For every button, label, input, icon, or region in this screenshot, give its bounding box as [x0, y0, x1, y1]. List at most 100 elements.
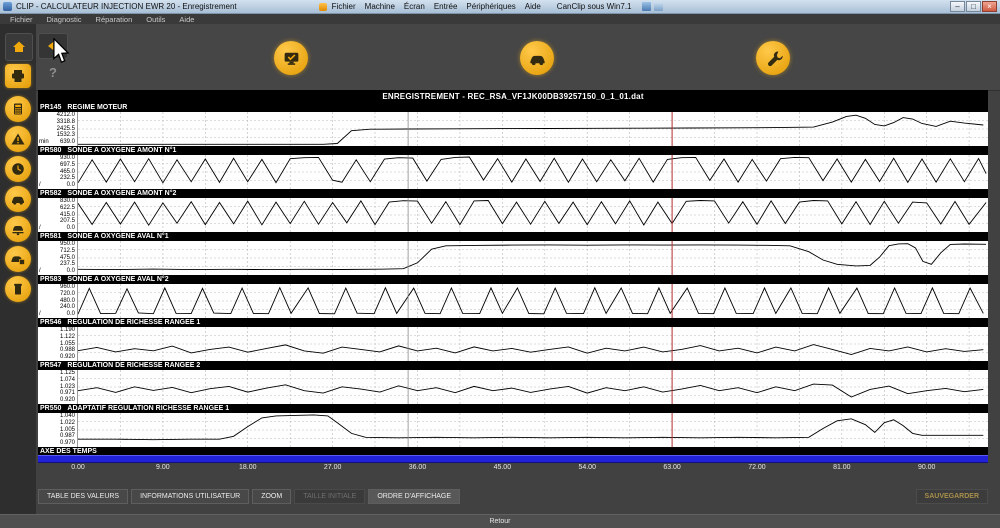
wrench-button[interactable] [756, 41, 790, 75]
chart-body: 4212.03318.82425.51532.3639.0min [38, 112, 988, 146]
zoom-button[interactable]: ZOOM [252, 489, 291, 504]
chart-plot[interactable] [78, 241, 988, 275]
chart-title-bar: PR582SONDE A OXYGENE AMONT N°2 [38, 189, 988, 198]
back-arrow-icon [45, 38, 61, 54]
status-text: Retour [489, 518, 510, 525]
back-button[interactable] [38, 33, 68, 59]
chart-plot[interactable] [78, 327, 988, 361]
initial-size-button[interactable]: TAILLE INITIALE [294, 489, 365, 504]
screen-check-button[interactable] [274, 41, 308, 75]
y-tick-label: 3318.8 [38, 119, 75, 126]
y-tick-label: 237.5 [38, 261, 75, 268]
clock-button[interactable] [5, 156, 31, 182]
warning-icon [10, 131, 26, 147]
y-axis-labels: 960.0720.0480.0240.00.0/ [38, 284, 78, 318]
save-button[interactable]: SAUVEGARDER [916, 489, 988, 504]
y-axis-labels: 830.0622.5415.0207.50.0/ [38, 198, 78, 232]
y-tick-label: 930.0 [38, 155, 75, 162]
chart-title-bar: PR547REGULATION DE RICHESSE RANGEE 2 [38, 361, 988, 370]
warning-button[interactable] [5, 126, 31, 152]
chart-body: 950.0712.5475.0237.50.0/ [38, 241, 988, 275]
print-button[interactable] [5, 64, 31, 88]
app-menu-item[interactable]: Outils [140, 15, 171, 24]
y-tick-label: 720.0 [38, 291, 75, 298]
minimize-button[interactable]: – [950, 1, 965, 12]
y-tick-label: 960.0 [38, 284, 75, 291]
status-bar: Retour [0, 514, 1000, 528]
screen-check-icon [282, 49, 301, 68]
chart-strip-pr583: PR583SONDE A OXYGENE AVAL N°2960.0720.04… [38, 275, 988, 318]
values-table-button[interactable]: TABLE DES VALEURS [38, 489, 128, 504]
time-scrollbar[interactable] [38, 455, 988, 463]
display-order-button[interactable]: ORDRE D'AFFICHAGE [368, 489, 460, 504]
y-tick-label: 622.5 [38, 205, 75, 212]
app-icon [3, 2, 12, 11]
y-unit-label: / [39, 225, 41, 232]
time-tick-label: 36.00 [409, 464, 427, 471]
y-tick-label: 207.5 [38, 218, 75, 225]
chart-code: PR582 [40, 190, 61, 197]
footer-buttons: TABLE DES VALEURSINFORMATIONS UTILISATEU… [38, 489, 460, 504]
time-tick-label: 54.00 [578, 464, 596, 471]
sidebar-tools [5, 96, 31, 302]
home-button[interactable] [5, 33, 33, 61]
chart-name: SONDE A OXYGENE AVAL N°1 [67, 233, 168, 240]
clock-icon [10, 161, 26, 177]
chart-title-bar: PR546REGULATION DE RICHESSE RANGEE 1 [38, 318, 988, 327]
vm-menubar: Fichier Machine Écran Entrée Périphériques Ai… [332, 2, 541, 11]
chart-plot[interactable] [78, 112, 988, 146]
chart-plot[interactable] [78, 155, 988, 189]
y-tick-label: 0.0 [38, 225, 75, 232]
sidebar [0, 24, 36, 515]
y-tick-label: 2425.5 [38, 126, 75, 133]
chart-title-bar: PR550ADAPTATIF REGULATION RICHESSE RANGE… [38, 404, 988, 413]
wrench-icon [764, 49, 783, 68]
chart-plot[interactable] [78, 284, 988, 318]
chart-strip-pr547: PR547REGULATION DE RICHESSE RANGEE 21.12… [38, 361, 988, 404]
y-unit-label: / [39, 311, 41, 318]
vm-menu-item[interactable]: Machine [365, 2, 395, 11]
y-axis-labels: 1.0401.0221.0050.9870.970 [38, 413, 78, 447]
vm-menu-item[interactable]: Écran [404, 2, 425, 11]
maximize-button[interactable]: □ [966, 1, 981, 12]
vm-menu-item[interactable]: Aide [525, 2, 541, 11]
app-menu-item[interactable]: Diagnostic [41, 15, 88, 24]
app-menu-item[interactable]: Aide [173, 15, 200, 24]
vm-menu-item[interactable]: Périphériques [466, 2, 515, 11]
vm-label: CanClip sous Win7.1 [557, 2, 632, 11]
chart-plot[interactable] [78, 198, 988, 232]
y-tick-label: 475.0 [38, 255, 75, 262]
app-menu-item[interactable]: Réparation [90, 15, 139, 24]
help-button[interactable]: ? [44, 64, 62, 82]
oil-filter-button[interactable] [5, 276, 31, 302]
close-button[interactable]: × [982, 1, 997, 12]
network-icon [654, 2, 663, 11]
user-informations-button[interactable]: INFORMATIONS UTILISATEUR [131, 489, 249, 504]
chart-body: 1.1251.0741.0230.9710.920 [38, 370, 988, 404]
vm-menu-item[interactable]: Fichier [332, 2, 356, 11]
time-tick-label: 9.00 [156, 464, 170, 471]
y-tick-label: 1.005 [38, 427, 75, 434]
car-save-button[interactable] [5, 246, 31, 272]
y-tick-label: 1532.3 [38, 132, 75, 139]
time-tick-label: 72.00 [748, 464, 766, 471]
app-menu-item[interactable]: Fichier [4, 15, 39, 24]
car-button[interactable] [5, 186, 31, 212]
chart-name: SONDE A OXYGENE AVAL N°2 [67, 276, 168, 283]
calculator-button[interactable] [5, 96, 31, 122]
y-tick-label: 240.0 [38, 304, 75, 311]
car-lift-button[interactable] [5, 216, 31, 242]
chart-title-bar: PR580SONDE A OXYGENE AMONT N°1 [38, 146, 988, 155]
chart-code: PR546 [40, 319, 61, 326]
chart-strip-pr550: PR550ADAPTATIF REGULATION RICHESSE RANGE… [38, 404, 988, 447]
chart-plot[interactable] [78, 413, 988, 447]
vm-menu-item[interactable]: Entrée [434, 2, 458, 11]
y-tick-label: 1.055 [38, 341, 75, 348]
chart-plot[interactable] [78, 370, 988, 404]
y-tick-label: 1.125 [38, 370, 75, 377]
y-tick-label: 1.190 [38, 327, 75, 334]
vm-menu-icon [319, 3, 327, 11]
window-controls: – □ × [950, 1, 997, 12]
time-tick-label: 27.00 [324, 464, 342, 471]
car-button[interactable] [520, 41, 554, 75]
